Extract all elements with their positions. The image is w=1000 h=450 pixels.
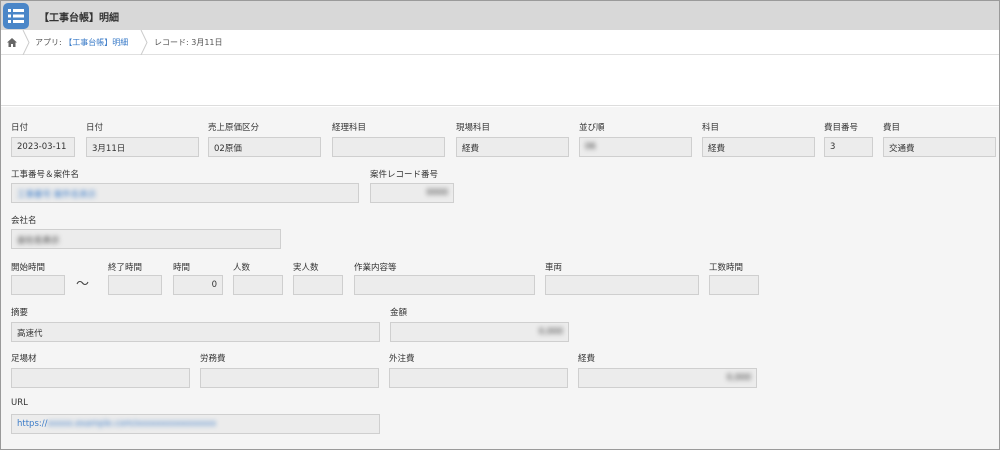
breadcrumb-separator <box>140 30 148 55</box>
order-label: 並び順 <box>579 123 605 133</box>
breadcrumb-app-prefix: アプリ: <box>35 38 65 47</box>
account-item-label: 経理科目 <box>332 123 367 133</box>
expense-field[interactable]: 交通費 <box>883 137 996 157</box>
vehicle-field[interactable] <box>545 275 699 295</box>
start-time-field[interactable] <box>11 275 65 295</box>
end-time-label: 終了時間 <box>108 263 143 273</box>
record-no-field[interactable]: 0000 <box>370 183 454 203</box>
app-header: 【工事台帳】明細 <box>1 1 999 30</box>
order-value: 06 <box>585 142 596 152</box>
record-no-value: 0000 <box>426 188 448 198</box>
start-time-label: 開始時間 <box>11 263 46 273</box>
end-time-field[interactable] <box>108 275 162 295</box>
labor-field[interactable] <box>200 368 379 388</box>
url-label: URL <box>11 398 28 408</box>
scaffold-field[interactable] <box>11 368 190 388</box>
labor-label: 労務費 <box>200 354 226 364</box>
record-detail: 日付 2023-03-11 日付 3月11日 売上原価区分 02原価 経理科目 … <box>1 107 999 449</box>
hours-label: 時間 <box>173 263 191 273</box>
toolbar-area <box>1 56 999 106</box>
expenses-value: 0,000 <box>726 373 751 383</box>
account-item-field[interactable] <box>332 137 445 157</box>
expenses-label: 経費 <box>578 354 596 364</box>
expense-no-label: 費目番号 <box>824 123 859 133</box>
expenses-field[interactable]: 0,000 <box>578 368 757 388</box>
expense-no-field[interactable]: 3 <box>824 137 873 157</box>
subject-label: 科目 <box>702 123 720 133</box>
subject-field[interactable]: 経費 <box>702 137 815 157</box>
scaffold-label: 足場材 <box>11 354 37 364</box>
page-title: 【工事台帳】明細 <box>39 13 119 24</box>
project-field[interactable]: 工事番号 案件名表示 <box>11 183 359 203</box>
order-field[interactable]: 06 <box>579 137 692 157</box>
man-hours-label: 工数時間 <box>709 263 744 273</box>
company-value: 会社名表示 <box>17 236 60 246</box>
man-hours-field[interactable] <box>709 275 759 295</box>
url-field[interactable]: https://xxxxx.example.com/xxxxxxxxxxxxxx… <box>11 414 380 434</box>
home-icon[interactable] <box>7 38 17 50</box>
work-field[interactable] <box>354 275 535 295</box>
company-label: 会社名 <box>11 216 37 226</box>
breadcrumb-record: レコード: 3月11日 <box>154 38 223 47</box>
amount-label: 金額 <box>390 308 408 318</box>
date2-field[interactable]: 3月11日 <box>86 137 199 157</box>
vehicle-label: 車両 <box>545 263 563 273</box>
sales-cost-field[interactable]: 02原価 <box>208 137 321 157</box>
url-link[interactable]: https://xxxxx.example.com/xxxxxxxxxxxxxx… <box>17 419 216 429</box>
breadcrumb-app[interactable]: アプリ: 【工事台帳】明細 <box>35 37 128 48</box>
time-range-tilde: 〜 <box>76 277 90 292</box>
outsourcing-label: 外注費 <box>389 354 415 364</box>
date1-label: 日付 <box>11 123 29 133</box>
outsourcing-field[interactable] <box>389 368 568 388</box>
sales-cost-label: 売上原価区分 <box>208 123 260 133</box>
company-field[interactable]: 会社名表示 <box>11 229 281 249</box>
hours-field[interactable]: 0 <box>173 275 223 295</box>
summary-label: 摘要 <box>11 308 29 318</box>
breadcrumb: アプリ: 【工事台帳】明細 レコード: 3月11日 <box>1 30 999 55</box>
people-field[interactable] <box>233 275 283 295</box>
site-item-label: 現場科目 <box>456 123 491 133</box>
breadcrumb-separator <box>22 30 30 55</box>
work-label: 作業内容等 <box>354 263 397 273</box>
project-label: 工事番号＆案件名 <box>11 170 80 180</box>
date1-field[interactable]: 2023-03-11 <box>11 137 75 157</box>
expense-label: 費目 <box>883 123 901 133</box>
actual-people-field[interactable] <box>293 275 343 295</box>
date2-label: 日付 <box>86 123 104 133</box>
url-redacted: xxxxx.example.com/xxxxxxxxxxxxxxxx <box>47 419 217 429</box>
summary-field[interactable]: 高速代 <box>11 322 380 342</box>
actual-people-label: 実人数 <box>293 263 319 273</box>
site-item-field[interactable]: 経費 <box>456 137 569 157</box>
project-link[interactable]: 工事番号 案件名表示 <box>17 190 96 200</box>
record-no-label: 案件レコード番号 <box>370 170 439 180</box>
app-list-icon[interactable] <box>3 3 29 29</box>
people-label: 人数 <box>233 263 251 273</box>
amount-field[interactable]: 0,000 <box>390 322 569 342</box>
url-prefix: https:// <box>17 419 48 429</box>
amount-value: 0,000 <box>538 327 563 337</box>
breadcrumb-app-link[interactable]: 【工事台帳】明細 <box>64 38 128 47</box>
